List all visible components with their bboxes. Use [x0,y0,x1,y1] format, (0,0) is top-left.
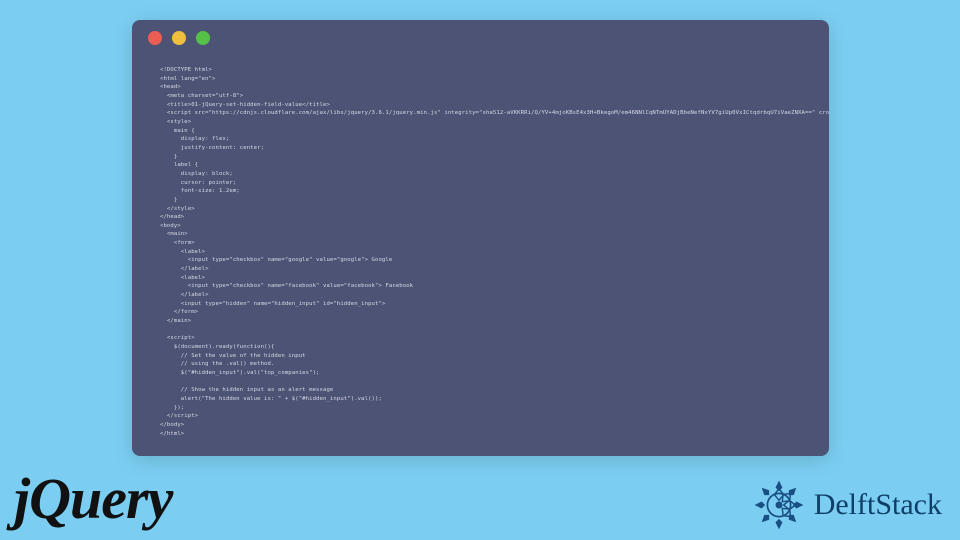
code-window: <!DOCTYPE html> <html lang="en"> <head> … [132,20,829,456]
code-content: <!DOCTYPE html> <html lang="en"> <head> … [132,56,829,456]
close-icon[interactable] [148,31,162,45]
delftstack-logo: DelftStack [750,476,942,534]
minimize-icon[interactable] [172,31,186,45]
delftstack-text: DelftStack [814,488,942,522]
window-titlebar [132,20,829,56]
delftstack-icon [750,476,808,534]
jquery-logo: jQuery [14,465,172,532]
maximize-icon[interactable] [196,31,210,45]
